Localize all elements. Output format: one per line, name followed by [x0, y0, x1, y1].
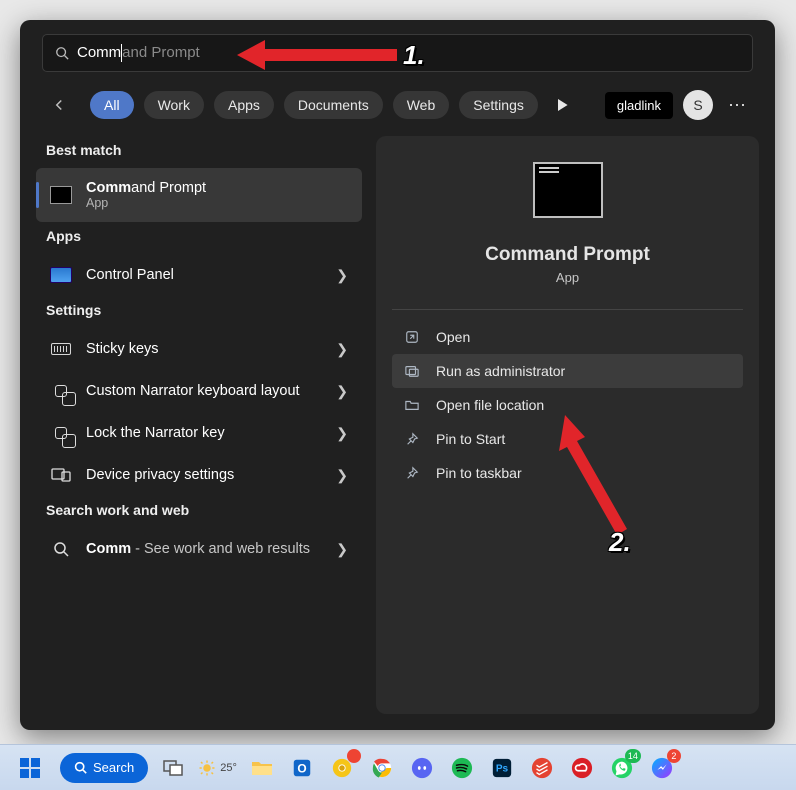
taskbar: Search 25° O Ps 14 2: [0, 744, 796, 790]
apps-header: Apps: [36, 222, 362, 254]
detail-title: Command Prompt: [392, 244, 743, 266]
discord-icon[interactable]: [407, 753, 437, 783]
result-narrator-keyboard[interactable]: Custom Narrator keyboard layout ❯: [36, 370, 362, 412]
tab-documents[interactable]: Documents: [284, 91, 383, 119]
back-button[interactable]: [42, 88, 76, 122]
control-panel-icon: [50, 264, 72, 286]
tab-settings[interactable]: Settings: [459, 91, 538, 119]
account-avatar[interactable]: S: [683, 90, 713, 120]
chrome-icon[interactable]: [367, 753, 397, 783]
task-view-button[interactable]: [158, 753, 188, 783]
whatsapp-icon[interactable]: 14: [607, 753, 637, 783]
taskbar-search-button[interactable]: Search: [60, 753, 148, 783]
separator: [392, 309, 743, 310]
result-title: Lock the Narrator key: [86, 425, 322, 441]
filter-tabs: All Work Apps Documents Web Settings gla…: [20, 82, 775, 136]
result-title: Custom Narrator keyboard layout: [86, 383, 322, 399]
chrome-canary-icon[interactable]: [327, 753, 357, 783]
folder-icon: [404, 397, 420, 413]
result-title: Comm - See work and web results: [86, 541, 322, 557]
chevron-right-icon: ❯: [336, 341, 348, 358]
action-label: Pin to taskbar: [436, 465, 522, 481]
result-device-privacy[interactable]: Device privacy settings ❯: [36, 454, 362, 496]
extension-chip[interactable]: gladlink: [605, 92, 673, 119]
result-sticky-keys[interactable]: Sticky keys ❯: [36, 328, 362, 370]
svg-text:O: O: [297, 761, 306, 775]
search-input[interactable]: Command Prompt: [42, 34, 753, 72]
tab-web[interactable]: Web: [393, 91, 450, 119]
result-title: Control Panel: [86, 267, 322, 283]
result-title: Command Prompt: [86, 180, 348, 196]
keyboard-icon: [50, 338, 72, 360]
chevron-right-icon: ❯: [336, 267, 348, 284]
creative-cloud-icon[interactable]: [567, 753, 597, 783]
chevron-right-icon: ❯: [336, 467, 348, 484]
action-label: Run as administrator: [436, 363, 565, 379]
admin-icon: [404, 363, 420, 379]
detail-subtitle: App: [392, 270, 743, 285]
action-run-as-admin[interactable]: Run as administrator: [392, 354, 743, 388]
outlook-icon[interactable]: O: [287, 753, 317, 783]
windows-search-panel: Command Prompt All Work Apps Documents W…: [20, 20, 775, 730]
file-explorer-icon[interactable]: [247, 753, 277, 783]
link-icon: [50, 422, 72, 444]
action-open-file-location[interactable]: Open file location: [392, 388, 743, 422]
weather-temp: 25°: [220, 762, 237, 774]
results-column: Best match Command Prompt App Apps Contr…: [36, 136, 362, 714]
weather-widget[interactable]: 25°: [198, 753, 237, 783]
start-button[interactable]: [10, 751, 50, 785]
tab-work[interactable]: Work: [144, 91, 204, 119]
annotation-number-2: 2.: [609, 527, 631, 558]
detail-pane: Command Prompt App Open Run as administr…: [376, 136, 759, 714]
action-pin-to-start[interactable]: Pin to Start: [392, 422, 743, 456]
search-icon: [55, 46, 69, 60]
open-icon: [404, 329, 420, 345]
search-text: Command Prompt: [77, 44, 200, 62]
cmd-icon: [50, 184, 72, 206]
pin-icon: [404, 431, 420, 447]
taskbar-search-label: Search: [93, 760, 134, 775]
tab-apps[interactable]: Apps: [214, 91, 274, 119]
search-web-header: Search work and web: [36, 496, 362, 528]
tab-all[interactable]: All: [90, 91, 134, 119]
tab-more-button[interactable]: [548, 89, 580, 121]
search-icon: [50, 538, 72, 560]
action-label: Pin to Start: [436, 431, 505, 447]
messenger-icon[interactable]: 2: [647, 753, 677, 783]
result-command-prompt[interactable]: Command Prompt App: [36, 168, 362, 222]
link-icon: [50, 380, 72, 402]
action-open[interactable]: Open: [392, 320, 743, 354]
result-control-panel[interactable]: Control Panel ❯: [36, 254, 362, 296]
best-match-header: Best match: [36, 136, 362, 168]
result-subtitle: App: [86, 196, 348, 210]
result-lock-narrator[interactable]: Lock the Narrator key ❯: [36, 412, 362, 454]
chevron-right-icon: ❯: [336, 425, 348, 442]
cmd-large-icon: [533, 162, 603, 218]
todoist-icon[interactable]: [527, 753, 557, 783]
extension-label: gladlink: [617, 98, 661, 113]
chevron-right-icon: ❯: [336, 541, 348, 558]
overflow-menu-button[interactable]: ⋯: [723, 95, 753, 116]
result-web-comm[interactable]: Comm - See work and web results ❯: [36, 528, 362, 570]
svg-text:Ps: Ps: [496, 763, 509, 774]
devices-icon: [50, 464, 72, 486]
spotify-icon[interactable]: [447, 753, 477, 783]
action-pin-to-taskbar[interactable]: Pin to taskbar: [392, 456, 743, 490]
annotation-number-1: 1.: [403, 40, 425, 71]
notif-badge: [347, 749, 361, 763]
photoshop-icon[interactable]: Ps: [487, 753, 517, 783]
result-title: Sticky keys: [86, 341, 322, 357]
settings-header: Settings: [36, 296, 362, 328]
notif-badge: 2: [667, 749, 681, 763]
result-title: Device privacy settings: [86, 467, 322, 483]
detail-actions: Open Run as administrator Open file loca…: [392, 320, 743, 490]
chevron-right-icon: ❯: [336, 383, 348, 400]
pin-icon: [404, 465, 420, 481]
notif-badge: 14: [625, 749, 641, 763]
action-label: Open: [436, 329, 470, 345]
action-label: Open file location: [436, 397, 544, 413]
